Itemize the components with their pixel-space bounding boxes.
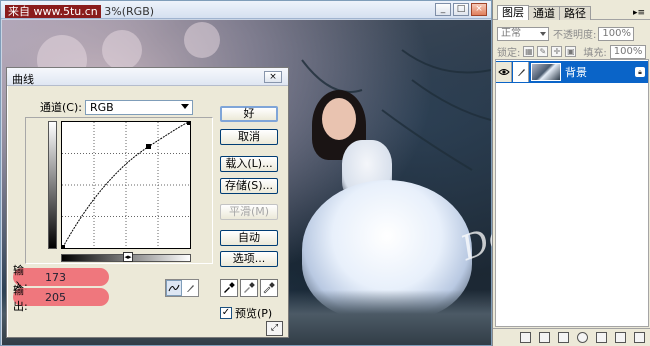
lock-pixels-icon[interactable]: ✎	[537, 46, 549, 57]
curve-tool-group	[165, 279, 199, 297]
gradient-toggle-icon[interactable]: ◂▸	[123, 252, 133, 262]
cancel-button[interactable]: 取消	[220, 129, 278, 145]
auto-button[interactable]: 自动	[220, 230, 278, 246]
channel-label: 通道(C):	[40, 101, 82, 114]
output-label: 输出:	[13, 284, 28, 313]
fill-value: 100%	[613, 45, 643, 57]
tab-paths[interactable]: 路径	[559, 6, 591, 20]
fill-label: 填充:	[583, 48, 607, 59]
close-icon[interactable]: ×	[264, 71, 282, 83]
tab-channels[interactable]: 通道	[528, 6, 560, 20]
layer-row[interactable]: 背景 🔒︎	[496, 61, 648, 83]
opacity-field[interactable]: 100%	[598, 26, 635, 41]
lock-all-icon[interactable]: ▣	[565, 46, 577, 57]
preview-label: 预览(P)	[235, 307, 273, 320]
output-gradient-bar	[48, 121, 57, 249]
layer-style-icon[interactable]	[539, 332, 550, 343]
layers-panel: 图层 通道 路径 ▸≡ 正常 不透明度: 100% 锁定: ▦ ✎ ✛ ▣ 填充…	[492, 0, 650, 346]
ok-button[interactable]: 好	[220, 106, 278, 122]
lock-label: 锁定:	[497, 48, 521, 59]
layer-thumbnail	[531, 63, 561, 81]
photoshop-workspace: 来自 www.5tu.cn 3%(RGB) _ □ × 曲线 × 通道(C): …	[0, 0, 650, 346]
watermark-text: 来自 www.5tu.cn	[5, 5, 101, 18]
document-titlebar[interactable]: 来自 www.5tu.cn 3%(RGB) _ □ ×	[1, 1, 491, 19]
chevron-down-icon	[540, 31, 546, 36]
curve-endpoint-black[interactable]	[62, 245, 65, 248]
channel-row: 通道(C): RGB	[40, 99, 193, 115]
opacity-label: 不透明度:	[553, 30, 597, 41]
mask-icon[interactable]	[558, 332, 569, 343]
adjustment-layer-icon[interactable]	[577, 332, 588, 343]
curves-dialog-title: 曲线	[12, 73, 34, 86]
output-row: 输出: 205	[13, 284, 109, 313]
opacity-value: 100%	[602, 27, 631, 39]
curves-dialog-titlebar[interactable]: 曲线 ×	[7, 68, 288, 86]
output-value[interactable]: 205	[45, 291, 85, 305]
preview-row: ✓ 预览(P)	[220, 305, 272, 321]
document-title-suffix: 3%(RGB)	[104, 5, 155, 18]
blend-row: 正常 不透明度: 100%	[497, 26, 635, 41]
brush-icon[interactable]	[513, 62, 529, 82]
curve-endpoint-white[interactable]	[187, 122, 190, 125]
chevron-down-icon	[180, 103, 189, 109]
pencil-icon[interactable]	[182, 280, 198, 296]
curve-graph-svg	[62, 121, 190, 248]
lock-icon: 🔒︎	[635, 67, 645, 77]
close-icon[interactable]: ×	[471, 3, 487, 16]
layer-name: 背景	[565, 66, 587, 79]
options-button[interactable]: 选项...	[220, 251, 278, 267]
preview-checkbox[interactable]: ✓	[220, 307, 232, 319]
eye-icon[interactable]	[496, 62, 512, 82]
black-eyedropper-icon[interactable]	[220, 279, 238, 297]
window-controls: _ □ ×	[435, 3, 487, 16]
panel-menu-icon[interactable]: ▸≡	[633, 8, 647, 19]
gray-eyedropper-icon[interactable]	[240, 279, 258, 297]
fill-field[interactable]: 100%	[609, 44, 646, 59]
load-button[interactable]: 载入(L)...	[220, 156, 278, 172]
layer-list: 背景 🔒︎	[495, 59, 649, 327]
folder-icon[interactable]	[596, 332, 607, 343]
curve-control-point[interactable]	[146, 144, 151, 149]
restore-icon[interactable]: □	[453, 3, 469, 16]
channel-select[interactable]: RGB	[84, 99, 193, 115]
smooth-button[interactable]: 平滑(M)	[220, 204, 278, 220]
curves-dialog: 曲线 × 通道(C): RGB ◂▸ 输入: 173 输出: 205 好 取消 …	[6, 67, 289, 338]
tab-layers[interactable]: 图层	[497, 5, 529, 20]
channel-value: RGB	[89, 100, 114, 114]
minimize-icon[interactable]: _	[435, 3, 451, 16]
document-title: 来自 www.5tu.cn 3%(RGB)	[5, 3, 154, 19]
curve-graph[interactable]	[61, 121, 191, 249]
panel-tabs: 图层 通道 路径 ▸≡	[493, 4, 650, 20]
white-eyedropper-icon[interactable]	[260, 279, 278, 297]
lock-position-icon[interactable]: ✛	[551, 46, 563, 57]
subject-face	[322, 98, 356, 140]
curve-point-icon[interactable]	[166, 280, 183, 296]
expand-icon[interactable]: ⤢	[266, 321, 283, 336]
lock-transparency-icon[interactable]: ▦	[523, 46, 535, 57]
input-value[interactable]: 173	[45, 271, 85, 285]
lock-row: 锁定: ▦ ✎ ✛ ▣ 填充: 100%	[497, 44, 646, 59]
new-layer-icon[interactable]	[615, 332, 626, 343]
save-button[interactable]: 存储(S)...	[220, 178, 278, 194]
eyedropper-group	[220, 279, 278, 297]
blend-mode-select[interactable]: 正常	[497, 26, 549, 41]
panel-bottom-toolbar	[493, 328, 650, 346]
blend-mode-value: 正常	[501, 27, 521, 39]
link-icon[interactable]	[520, 332, 531, 343]
trash-icon[interactable]	[634, 332, 645, 343]
